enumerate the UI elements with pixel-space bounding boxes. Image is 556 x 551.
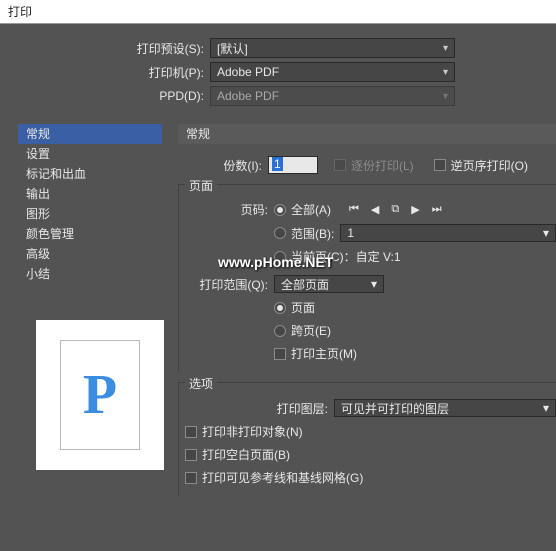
page-num-label: 页码: <box>179 201 274 218</box>
checkbox-icon <box>434 159 446 171</box>
chevron-down-icon: ▾ <box>443 43 448 54</box>
reverse-label: 逆页序打印(O) <box>451 157 528 174</box>
sidebar-item-color[interactable]: 颜色管理 <box>18 224 162 244</box>
options-fieldset: 选项 打印图层: 可见并可打印的图层 ▾ 打印非打印对象(N) 打印空白页面(B… <box>178 382 556 496</box>
radio-icon <box>274 251 286 263</box>
guides-checkbox[interactable]: 打印可见参考线和基线网格(G) <box>185 469 363 486</box>
next-page-icon[interactable]: ▶ <box>411 203 419 216</box>
preset-value: [默认] <box>217 40 248 57</box>
printer-label: 打印机(P): <box>0 64 210 81</box>
main-panel: 常规 份数(I): 1 逐份打印(L) 逆页序打印(O) 页面 页码: 全部(A… <box>162 124 556 496</box>
chevron-down-icon: ▾ <box>543 401 549 415</box>
checkbox-icon <box>185 426 197 438</box>
first-page-icon[interactable]: ⏮ <box>349 203 359 216</box>
range-label: 范围(B): <box>291 225 334 242</box>
pages-legend: 页面 <box>185 177 217 194</box>
checkbox-icon <box>334 159 346 171</box>
panel-header: 常规 <box>178 124 556 144</box>
master-checkbox[interactable]: 打印主页(M) <box>274 345 357 362</box>
sidebar: 常规 设置 标记和出血 输出 图形 颜色管理 高级 小结 P <box>0 124 162 496</box>
radio-icon <box>274 204 286 216</box>
printer-select[interactable]: Adobe PDF ▾ <box>210 62 455 82</box>
scope-label: 打印范围(Q): <box>179 276 274 293</box>
chevron-down-icon: ▾ <box>371 277 377 291</box>
ppd-label: PPD(D): <box>0 89 210 103</box>
sidebar-item-summary[interactable]: 小结 <box>18 264 162 284</box>
spread-icon[interactable]: ⧉ <box>391 203 399 216</box>
reverse-checkbox[interactable]: 逆页序打印(O) <box>434 157 528 174</box>
window-title: 打印 <box>8 5 32 19</box>
copies-label: 份数(I): <box>198 157 268 174</box>
layers-select[interactable]: 可见并可打印的图层 ▾ <box>334 399 556 417</box>
sidebar-item-graphics[interactable]: 图形 <box>18 204 162 224</box>
pages-fieldset: 页面 页码: 全部(A) ⏮ ◀ ⧉ ▶ ⏭ <box>178 184 556 372</box>
pages-range-radio[interactable]: 范围(B): <box>274 225 334 242</box>
options-legend: 选项 <box>185 375 217 392</box>
sidebar-item-output[interactable]: 输出 <box>18 184 162 204</box>
preset-select[interactable]: [默认] ▾ <box>210 38 455 58</box>
chevron-down-icon: ▾ <box>543 226 549 240</box>
ppd-select: Adobe PDF ▾ <box>210 86 455 106</box>
range-select[interactable]: 1 ▾ <box>340 224 556 242</box>
page-preview: P <box>36 320 164 470</box>
checkbox-icon <box>274 348 286 360</box>
sidebar-item-setup[interactable]: 设置 <box>18 144 162 164</box>
titlebar: 打印 <box>0 0 556 24</box>
sidebar-item-marks[interactable]: 标记和出血 <box>18 164 162 184</box>
top-settings: 打印预设(S): [默认] ▾ 打印机(P): Adobe PDF ▾ PPD(… <box>0 24 556 118</box>
radio-icon <box>274 325 286 337</box>
sidebar-item-advanced[interactable]: 高级 <box>18 244 162 264</box>
blank-checkbox[interactable]: 打印空白页面(B) <box>185 446 290 463</box>
sidebar-item-general[interactable]: 常规 <box>18 124 162 144</box>
ppd-value: Adobe PDF <box>217 89 279 103</box>
collate-checkbox: 逐份打印(L) <box>334 157 414 174</box>
pages-all-radio[interactable]: 全部(A) <box>274 201 331 218</box>
preset-label: 打印预设(S): <box>0 40 210 57</box>
printer-value: Adobe PDF <box>217 65 279 79</box>
checkbox-icon <box>185 472 197 484</box>
copies-input[interactable]: 1 <box>268 156 318 174</box>
chevron-down-icon: ▾ <box>443 91 448 102</box>
radio-icon <box>274 227 286 239</box>
collate-label: 逐份打印(L) <box>351 157 414 174</box>
scope-select[interactable]: 全部页面 ▾ <box>274 275 384 293</box>
checkbox-icon <box>185 449 197 461</box>
last-page-icon[interactable]: ⏭ <box>432 203 442 216</box>
chevron-down-icon: ▾ <box>443 67 448 78</box>
current-label: 当前页(C)：自定 V:1 <box>291 248 401 265</box>
nonprint-checkbox[interactable]: 打印非打印对象(N) <box>185 423 303 440</box>
page-nav: ⏮ ◀ ⧉ ▶ ⏭ <box>349 203 442 216</box>
layers-label: 打印图层: <box>179 400 334 417</box>
page-radio[interactable]: 页面 <box>274 299 315 316</box>
radio-icon <box>274 302 286 314</box>
pages-current-radio[interactable]: 当前页(C)：自定 V:1 <box>274 248 401 265</box>
prev-page-icon[interactable]: ◀ <box>371 203 379 216</box>
spread-radio[interactable]: 跨页(E) <box>274 322 331 339</box>
